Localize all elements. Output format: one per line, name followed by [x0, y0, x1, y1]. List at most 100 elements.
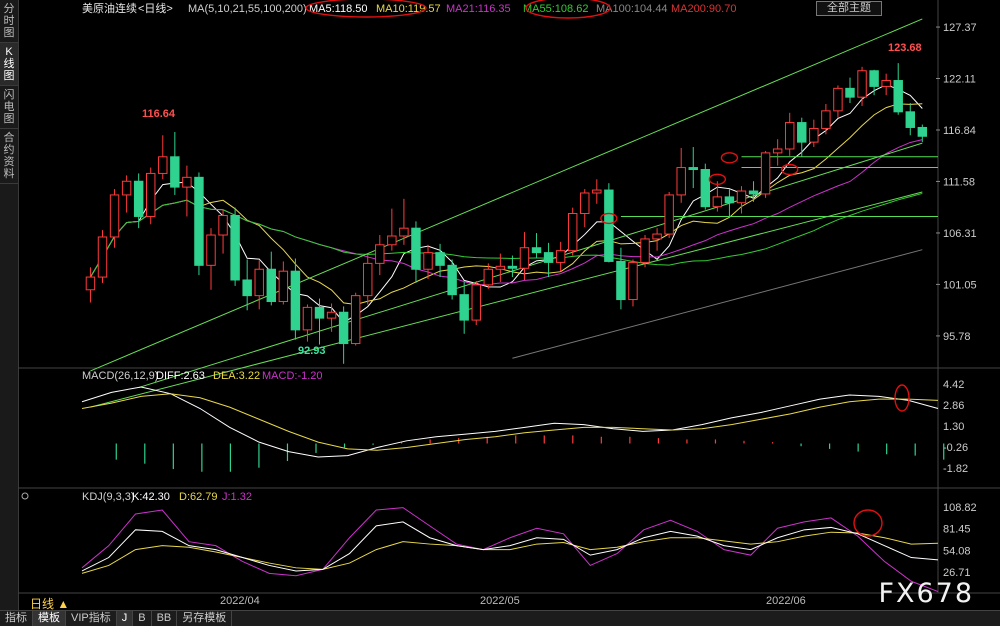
tab-contract-info[interactable]: 合约资料: [0, 129, 18, 184]
ma-params: MA(5,10,21,55,100,200): [188, 3, 307, 15]
candle-body: [676, 167, 686, 196]
macd-tick-label: 4.42: [943, 379, 964, 391]
candle-body: [109, 194, 120, 238]
macd-title: MACD(26,12,9): [82, 370, 158, 382]
candle-body: [736, 190, 747, 204]
candle-body: [182, 176, 192, 188]
price-tick-label: 127.37: [943, 22, 977, 34]
candle-body: [411, 227, 421, 270]
kdj-tick-label: 54.08: [943, 545, 971, 557]
macd-tick-label: 1.30: [943, 421, 964, 433]
x-label-april: 2022/04: [220, 595, 260, 607]
macd-tick-label: -1.82: [943, 463, 968, 475]
candle-body: [688, 167, 698, 171]
candle-body: [857, 70, 867, 98]
kdj-j: J:1.32: [222, 491, 252, 503]
macd-diff: DIFF:2.63: [156, 370, 205, 382]
candle-body: [797, 122, 807, 143]
candle-body: [604, 189, 614, 262]
candle-body: [640, 238, 650, 263]
low-annotation: 92.93: [298, 345, 326, 357]
candle-body: [700, 169, 711, 208]
watermark-logo: FX678: [878, 578, 974, 609]
candle-body: [893, 80, 903, 113]
candle-body: [218, 214, 228, 236]
highlight-ring-candle: [720, 152, 739, 164]
price-tick-label: 95.78: [943, 331, 971, 343]
trend-channel-line: [512, 249, 923, 359]
candle-body: [567, 213, 578, 252]
candle-body: [495, 265, 506, 270]
candle-body: [375, 244, 385, 264]
candle-body: [543, 252, 554, 263]
candle-body: [592, 189, 602, 194]
candle-body: [133, 180, 144, 217]
price-tick-label: 122.11: [943, 73, 976, 85]
macd-value: MACD:-1.20: [262, 370, 323, 382]
candle-body: [580, 192, 590, 215]
candle-body: [724, 196, 735, 204]
candle-body: [242, 279, 252, 297]
candle-body: [833, 87, 843, 112]
price-tick-label: 101.05: [943, 279, 977, 291]
kdj-d: D:62.79: [179, 491, 218, 503]
symbol-title: 美原油连续: [82, 1, 137, 15]
tab-kline[interactable]: K线图: [0, 43, 18, 86]
candle-body: [459, 294, 469, 321]
highlight-ring-macd: [894, 384, 910, 412]
candle-body: [664, 194, 674, 235]
candle-body: [760, 152, 771, 195]
candle-body: [387, 235, 397, 246]
candle-body: [350, 295, 361, 345]
tab-j[interactable]: J: [116, 611, 134, 626]
macd-dea: DEA:3.22: [213, 370, 260, 382]
tab-b[interactable]: B: [133, 611, 152, 626]
candle-body: [206, 234, 216, 266]
candle-body: [158, 156, 168, 174]
x-label-june: 2022/06: [766, 595, 806, 607]
trend-channel-line: [90, 18, 923, 372]
candle-body: [809, 127, 819, 143]
candle-body: [772, 148, 783, 154]
tab-template[interactable]: 模板: [33, 611, 66, 626]
candle-body: [290, 270, 301, 331]
view-sidebar: 分时图 K线图 闪电图 合约资料: [0, 0, 19, 610]
macd-tick-label: -0.26: [943, 442, 968, 454]
tab-save-template[interactable]: 另存模板: [177, 611, 233, 626]
tab-flash[interactable]: 闪电图: [0, 86, 18, 129]
candle-body: [266, 268, 277, 303]
tab-indicators[interactable]: 指标: [0, 611, 33, 626]
kdj-k-line: [81, 521, 939, 572]
candle-body: [845, 87, 855, 98]
high-annotation: 116.64: [142, 108, 176, 120]
candle-body: [121, 180, 132, 196]
candle-body: [555, 250, 566, 263]
candle-body: [146, 172, 156, 217]
candle-body: [628, 261, 638, 301]
candle-body: [435, 252, 445, 266]
candle-body: [363, 262, 373, 297]
price-tick-label: 116.84: [943, 125, 976, 137]
price-tick-label: 111.58: [943, 176, 975, 188]
highlight-ring-kdj: [853, 509, 883, 537]
price-tick-label: 106.31: [943, 228, 977, 240]
candlestick-chart[interactable]: 4.42 2.86 1.30 -0.26 -1.82 108.82 81.45 54.08 2…: [18, 0, 1000, 610]
candle-body: [905, 111, 915, 128]
tab-bb[interactable]: BB: [152, 611, 178, 626]
macd-dea-line: [81, 393, 939, 451]
candle-body: [616, 260, 626, 301]
kdj-settings-icon[interactable]: [21, 492, 29, 500]
candle-body: [483, 268, 494, 286]
tab-timeshare[interactable]: 分时图: [0, 0, 18, 43]
ma21-label: MA21:116.35: [446, 3, 511, 15]
theme-select-button[interactable]: 全部主题: [816, 1, 882, 16]
tab-vip-indicators[interactable]: VIP指标: [66, 611, 117, 626]
period-tag: <日线>: [138, 1, 173, 15]
candle-body: [254, 268, 264, 297]
ma200-label: MA200:90.70: [671, 3, 736, 15]
candle-body: [85, 276, 96, 291]
candle-body: [194, 176, 204, 266]
candle-body: [326, 311, 337, 319]
kdj-tick-label: 108.82: [943, 502, 977, 514]
candle-body: [423, 252, 433, 270]
